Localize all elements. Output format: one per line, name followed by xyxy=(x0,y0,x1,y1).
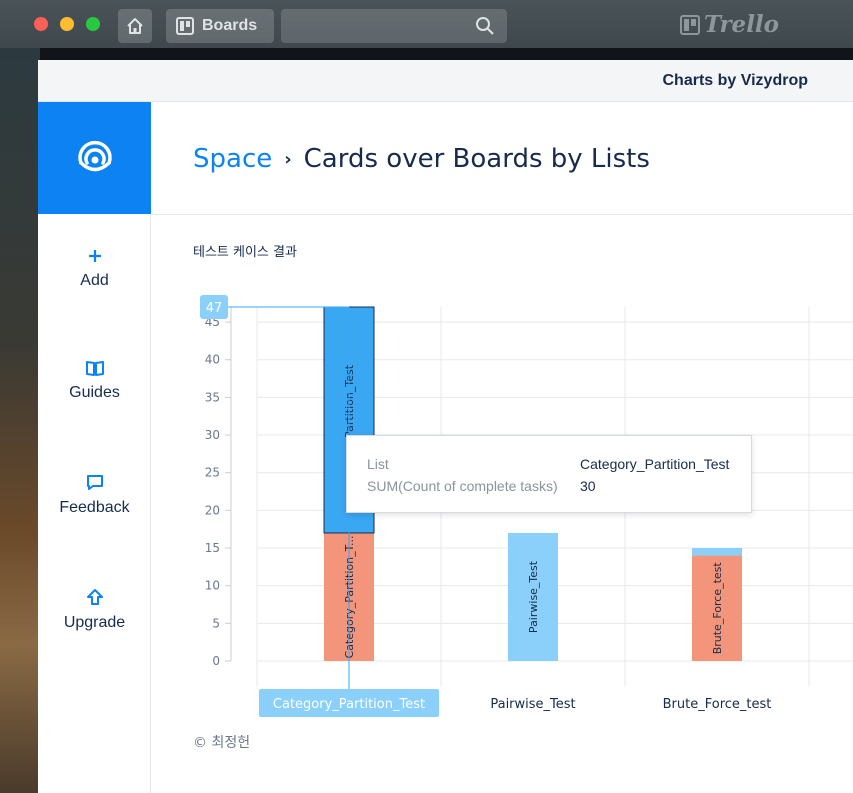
y-tick-label: 30 xyxy=(205,428,220,442)
powerup-modal: Charts by Vizydrop Add Guides Feedback U… xyxy=(38,60,853,793)
y-tick-label: 40 xyxy=(205,353,220,367)
window-zoom-button[interactable] xyxy=(86,17,100,31)
boards-icon xyxy=(176,17,194,35)
trello-logo[interactable]: Trello xyxy=(680,11,779,38)
tooltip-row: List Category_Partition_Test xyxy=(367,456,729,472)
trello-logo-text: Trello xyxy=(704,11,780,38)
window-close-button[interactable] xyxy=(34,17,48,31)
search-icon xyxy=(476,17,494,35)
tooltip-value: Category_Partition_Test xyxy=(580,456,730,472)
y-tick-label: 25 xyxy=(205,466,220,480)
y-tick-label: 5 xyxy=(212,616,220,630)
y-tick-label: 0 xyxy=(212,654,220,668)
bar-label: Brute_Force_test xyxy=(711,562,724,655)
tooltip-key: SUM(Count of complete tasks) xyxy=(367,478,558,494)
home-icon xyxy=(127,18,143,34)
window-minimize-button[interactable] xyxy=(60,17,74,31)
trello-top-bar: Boards Trello xyxy=(0,0,853,48)
bar-segment[interactable] xyxy=(692,548,742,556)
chart-tooltip: List Category_Partition_Test SUM(Count of… xyxy=(346,435,752,513)
crosshair-value: 47 xyxy=(206,301,223,316)
tooltip-key: List xyxy=(367,456,389,472)
board-background xyxy=(0,48,40,793)
tooltip-value: 30 xyxy=(580,478,596,494)
x-category-label[interactable]: Brute_Force_test xyxy=(663,697,772,712)
home-button[interactable] xyxy=(118,9,152,43)
y-tick-label: 10 xyxy=(205,579,220,593)
bar-label: Pairwise_Test xyxy=(527,560,540,633)
y-tick-label: 35 xyxy=(205,390,220,404)
y-tick-label: 20 xyxy=(205,503,220,517)
x-category-label[interactable]: Pairwise_Test xyxy=(490,697,575,712)
boards-label: Boards xyxy=(202,17,258,34)
tooltip-row: SUM(Count of complete tasks) 30 xyxy=(367,478,596,494)
chart-copyright: © 최정헌 xyxy=(193,735,251,751)
stacked-bar-chart[interactable]: 051015202530354045Category_Partition_T..… xyxy=(38,60,853,730)
boards-button[interactable]: Boards xyxy=(166,9,274,43)
y-tick-label: 15 xyxy=(205,541,220,555)
trello-logo-icon xyxy=(680,14,700,35)
search-input[interactable] xyxy=(281,9,507,43)
x-category-label[interactable]: Category_Partition_Test xyxy=(273,697,425,712)
